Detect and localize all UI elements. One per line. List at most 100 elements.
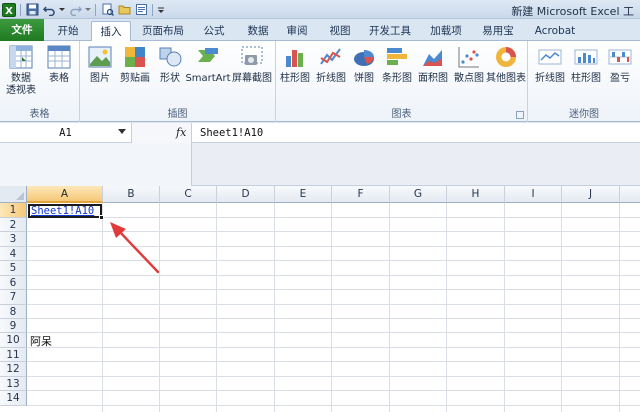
row-header-4[interactable]: 4: [0, 247, 27, 261]
column-header-d[interactable]: D: [217, 186, 275, 203]
row-header-8[interactable]: 8: [0, 305, 27, 319]
gridline: [274, 203, 275, 412]
scatter-chart-button[interactable]: 散点图: [452, 43, 486, 85]
group-label-tables: 表格: [29, 109, 50, 120]
row-header-5[interactable]: 5: [0, 261, 27, 276]
gridline: [446, 203, 447, 412]
sparkline-column-label: 柱形图: [571, 73, 601, 84]
formula-input[interactable]: Sheet1!A10: [200, 123, 263, 143]
shapes-button[interactable]: 形状: [156, 43, 184, 85]
column-header-j[interactable]: J: [562, 186, 620, 203]
chevron-down-icon[interactable]: [85, 3, 91, 17]
area-chart-button[interactable]: 面积图: [416, 43, 450, 85]
scatter-chart-icon: [455, 43, 483, 71]
table-button[interactable]: 表格: [44, 43, 74, 85]
line-chart-button[interactable]: 折线图: [314, 43, 348, 85]
row-header-10[interactable]: 10: [0, 333, 27, 348]
smartart-button[interactable]: SmartArt: [185, 43, 231, 85]
column-header-a[interactable]: A: [27, 186, 103, 203]
tab-page-layout[interactable]: 页面布局: [136, 21, 190, 41]
save-icon[interactable]: [25, 3, 39, 17]
select-all-button[interactable]: [0, 186, 27, 203]
print-preview-icon[interactable]: [100, 3, 114, 17]
tab-formulas[interactable]: 公式: [194, 21, 234, 41]
name-box[interactable]: A1: [0, 123, 132, 143]
sparkline-winloss-button[interactable]: 盈亏: [604, 43, 636, 85]
tab-home[interactable]: 开始: [48, 21, 88, 41]
gridline: [504, 203, 505, 412]
row-header-3[interactable]: 3: [0, 232, 27, 247]
sparkline-line-label: 折线图: [535, 73, 565, 84]
row-header-13[interactable]: 13: [0, 377, 27, 391]
formula-bar-expanded-area[interactable]: [0, 143, 640, 186]
row-header-14[interactable]: 14: [0, 391, 27, 406]
redo-icon[interactable]: [68, 3, 82, 17]
column-header-k[interactable]: [620, 186, 640, 203]
row-header-1[interactable]: 1: [0, 203, 27, 218]
column-chart-button[interactable]: 柱形图: [278, 43, 312, 85]
cell-a1-hyperlink[interactable]: Sheet1!A10: [31, 205, 94, 217]
chevron-down-icon[interactable]: [59, 3, 65, 17]
pie-chart-label: 饼图: [354, 73, 374, 84]
form-icon[interactable]: [134, 3, 148, 17]
line-chart-label: 折线图: [316, 73, 346, 84]
shapes-label: 形状: [160, 73, 180, 84]
bar-chart-button[interactable]: 条形图: [380, 43, 414, 85]
gridline: [27, 376, 640, 377]
tab-easyuse[interactable]: 易用宝: [476, 21, 520, 41]
title-bar: X 新建 Microsoft Excel 工: [0, 0, 640, 19]
tab-developer[interactable]: 开发工具: [364, 21, 416, 41]
tab-addins[interactable]: 加载项: [424, 21, 468, 41]
row-header-9[interactable]: 9: [0, 319, 27, 333]
column-header-i[interactable]: I: [505, 186, 562, 203]
dialog-launcher-icon[interactable]: [516, 111, 524, 119]
tab-view[interactable]: 视图: [324, 21, 356, 41]
column-header-b[interactable]: B: [103, 186, 160, 203]
picture-icon: [86, 43, 114, 71]
cell-a10[interactable]: 阿呆: [30, 333, 52, 349]
area-chart-label: 面积图: [418, 73, 448, 84]
sparkline-line-button[interactable]: 折线图: [532, 43, 568, 85]
bar-chart-label: 条形图: [382, 73, 412, 84]
insert-function-icon[interactable]: fx: [176, 126, 186, 139]
row-header-6[interactable]: 6: [0, 276, 27, 290]
other-charts-button[interactable]: 其他图表: [486, 43, 526, 85]
column-header-c[interactable]: C: [160, 186, 217, 203]
table-label: 表格: [49, 73, 69, 84]
formula-bar: A1 fx Sheet1!A10: [0, 123, 640, 143]
tab-insert[interactable]: 插入: [91, 21, 131, 42]
pivot-table-button[interactable]: 数据 透视表: [4, 43, 38, 97]
chevron-down-icon[interactable]: [118, 129, 126, 134]
sparkline-column-button[interactable]: 柱形图: [568, 43, 604, 85]
screenshot-button[interactable]: 屏幕截图: [232, 43, 272, 85]
open-folder-icon[interactable]: [117, 3, 131, 17]
row-header-11[interactable]: 11: [0, 348, 27, 362]
active-cell-a1[interactable]: Sheet1!A10: [28, 204, 104, 220]
tab-data[interactable]: 数据: [238, 21, 278, 41]
row-header-12[interactable]: 12: [0, 362, 27, 377]
sparkline-line-icon: [536, 43, 564, 71]
gridline: [27, 318, 640, 319]
customize-qat-icon[interactable]: [157, 3, 165, 17]
tab-review[interactable]: 审阅: [281, 21, 313, 41]
group-label-charts: 图表: [391, 109, 412, 120]
bar-chart-icon: [383, 43, 411, 71]
window-title: 新建 Microsoft Excel 工: [511, 5, 634, 18]
pivot-table-label-line2: 透视表: [6, 85, 36, 96]
row-header-7[interactable]: 7: [0, 290, 27, 305]
worksheet-grid[interactable]: A B C D E F G H I J 1 2 3 4 5 6 7 8 9 10…: [0, 186, 640, 412]
column-header-h[interactable]: H: [447, 186, 505, 203]
pie-chart-button[interactable]: 饼图: [350, 43, 378, 85]
clipart-button[interactable]: 剪贴画: [118, 43, 152, 85]
column-header-e[interactable]: E: [275, 186, 332, 203]
column-header-f[interactable]: F: [332, 186, 390, 203]
tab-acrobat[interactable]: Acrobat: [528, 21, 582, 41]
column-header-g[interactable]: G: [390, 186, 447, 203]
gridline: [27, 332, 640, 333]
sparkline-winloss-label: 盈亏: [610, 73, 630, 84]
row-header-2[interactable]: 2: [0, 218, 27, 232]
undo-icon[interactable]: [42, 3, 56, 17]
column-chart-icon: [281, 43, 309, 71]
tab-file[interactable]: 文件: [0, 19, 44, 41]
picture-button[interactable]: 图片: [86, 43, 114, 85]
